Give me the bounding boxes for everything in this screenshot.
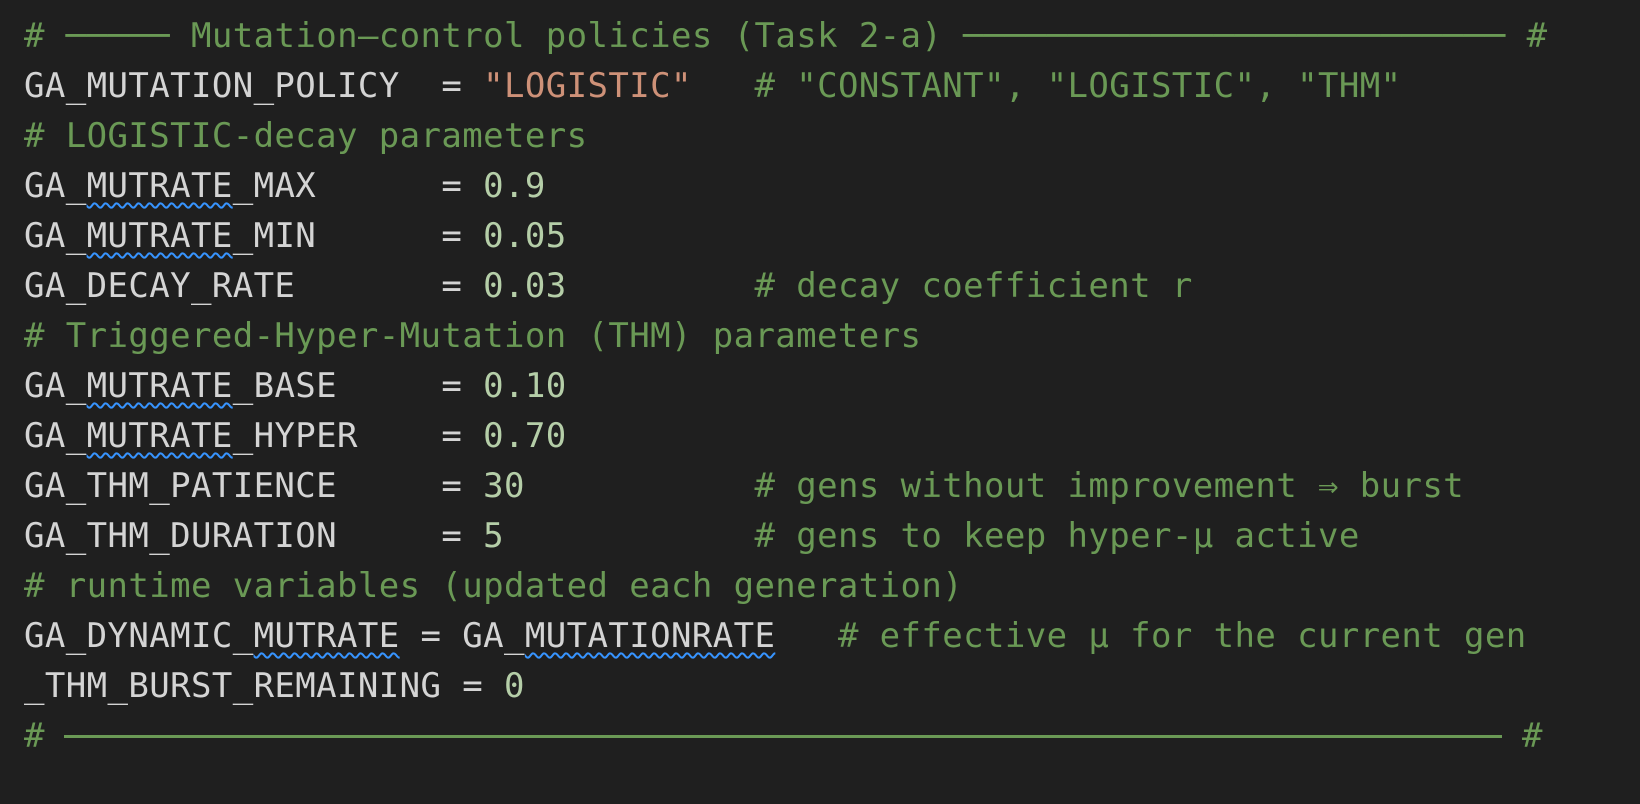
var-prefix: GA_ bbox=[24, 366, 87, 406]
value-mutrate-hyper: 0.70 bbox=[483, 416, 567, 456]
comment-decay-coefficient: # decay coefficient r bbox=[754, 266, 1193, 306]
assign-operator: = bbox=[441, 666, 505, 706]
value-decay-rate: 0.03 bbox=[483, 266, 567, 306]
var-thm-burst-remaining: _THM_BURST_REMAINING bbox=[24, 666, 442, 706]
code-line-mutrate-base[interactable]: GA_MUTRATE_BASE = 0.10 bbox=[24, 360, 567, 412]
var-prefix: GA_ bbox=[24, 216, 87, 256]
assign-operator: = bbox=[399, 616, 463, 656]
code-line-thm-duration[interactable]: GA_THM_DURATION = 5 # gens to keep hyper… bbox=[24, 510, 1360, 562]
code-line-dynamic-mutrate[interactable]: GA_DYNAMIC_MUTRATE = GA_MUTATIONRATE # e… bbox=[24, 610, 1527, 662]
string-logistic: LOGISTIC bbox=[504, 66, 671, 106]
assign-operator: = bbox=[441, 216, 484, 256]
code-line-mutrate-min[interactable]: GA_MUTRATE_MIN = 0.05 bbox=[24, 210, 567, 262]
spell-check-squiggle-mutrate: MUTRATE bbox=[86, 166, 233, 206]
var-suffix: _MIN bbox=[232, 216, 317, 256]
var-suffix: _BASE bbox=[232, 366, 338, 406]
comment-policy-options: # "CONSTANT", "LOGISTIC", "THM" bbox=[754, 66, 1402, 106]
assign-operator: = bbox=[441, 516, 484, 556]
comment-effective-mu: # effective μ for the current gen bbox=[837, 616, 1527, 656]
var-prefix: GA_DYNAMIC_ bbox=[24, 616, 254, 656]
var-ga-mutation-policy: GA_MUTATION_POLICY bbox=[24, 66, 400, 106]
string-quote-open: " bbox=[483, 66, 505, 106]
code-editor[interactable]: # ───── Mutation–control policies (Task … bbox=[0, 0, 1640, 804]
value-thm-duration: 5 bbox=[483, 516, 505, 556]
value-mutrate-base: 0.10 bbox=[483, 366, 567, 406]
banner-dash-left: ───── bbox=[65, 16, 171, 56]
banner-hash-left: # bbox=[24, 16, 45, 56]
value-thm-burst-remaining: 0 bbox=[504, 666, 525, 706]
banner-hash-right: # bbox=[1526, 16, 1548, 56]
footer-banner-hash-right: # bbox=[1522, 716, 1543, 756]
code-line-thm-patience[interactable]: GA_THM_PATIENCE = 30 # gens without impr… bbox=[24, 460, 1464, 512]
var-suffix: _MAX bbox=[232, 166, 317, 206]
assign-operator: = bbox=[441, 366, 484, 406]
assign-operator: = bbox=[441, 416, 484, 456]
spell-check-squiggle-mutrate: MUTRATE bbox=[86, 216, 233, 256]
comment-thm-duration: # gens to keep hyper-μ active bbox=[754, 516, 1360, 556]
value-mutrate-max: 0.9 bbox=[483, 166, 546, 206]
spell-check-squiggle-mutrate: MUTRATE bbox=[253, 616, 400, 656]
code-line-decay-rate[interactable]: GA_DECAY_RATE = 0.03 # decay coefficient… bbox=[24, 260, 1193, 312]
spell-check-squiggle-mutationrate: MUTATIONRATE bbox=[524, 616, 776, 656]
rhs-prefix: GA_ bbox=[462, 616, 525, 656]
comment-logistic-parameters[interactable]: # LOGISTIC-decay parameters bbox=[24, 110, 587, 162]
header-banner-line[interactable]: # ───── Mutation–control policies (Task … bbox=[24, 10, 1548, 62]
assign-operator: = bbox=[441, 266, 484, 306]
footer-banner-hash-left: # bbox=[24, 716, 45, 756]
spell-check-squiggle-mutrate: MUTRATE bbox=[86, 366, 233, 406]
var-ga-thm-patience: GA_THM_PATIENCE bbox=[24, 466, 338, 506]
comment-thm-patience: # gens without improvement ⇒ burst bbox=[754, 466, 1465, 506]
assign-operator: = bbox=[420, 66, 484, 106]
code-line-thm-burst-remaining[interactable]: _THM_BURST_REMAINING = 0 bbox=[24, 660, 525, 712]
string-quote-close: " bbox=[670, 66, 692, 106]
code-line-policy[interactable]: GA_MUTATION_POLICY = "LOGISTIC" # "CONST… bbox=[24, 60, 1401, 112]
code-line-mutrate-max[interactable]: GA_MUTRATE_MAX = 0.9 bbox=[24, 160, 546, 212]
code-line-mutrate-hyper[interactable]: GA_MUTRATE_HYPER = 0.70 bbox=[24, 410, 567, 462]
banner-dash-right: ────────────────────────── bbox=[963, 16, 1506, 56]
value-mutrate-min: 0.05 bbox=[483, 216, 567, 256]
var-ga-decay-rate: GA_DECAY_RATE bbox=[24, 266, 296, 306]
footer-banner-rule bbox=[64, 735, 1502, 738]
value-thm-patience: 30 bbox=[483, 466, 525, 506]
var-prefix: GA_ bbox=[24, 166, 87, 206]
assign-operator: = bbox=[441, 166, 484, 206]
spell-check-squiggle-mutrate: MUTRATE bbox=[86, 416, 233, 456]
var-ga-thm-duration: GA_THM_DURATION bbox=[24, 516, 338, 556]
var-suffix: _HYPER bbox=[232, 416, 358, 456]
comment-thm-parameters[interactable]: # Triggered-Hyper-Mutation (THM) paramet… bbox=[24, 310, 921, 362]
comment-runtime-variables[interactable]: # runtime variables (updated each genera… bbox=[24, 560, 963, 612]
assign-operator: = bbox=[441, 466, 484, 506]
var-prefix: GA_ bbox=[24, 416, 87, 456]
banner-title: Mutation–control policies (Task 2-a) bbox=[190, 16, 943, 56]
